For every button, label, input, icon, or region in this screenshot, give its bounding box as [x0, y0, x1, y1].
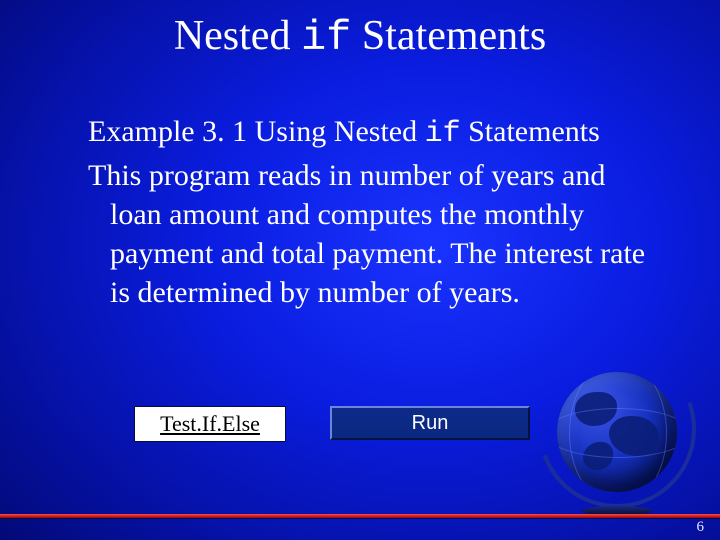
globe-icon [557, 372, 677, 492]
example-post: Statements [461, 115, 600, 148]
title-mono: if [301, 14, 351, 62]
slide-body: Example 3. 1 Using Nested if Statements … [88, 112, 656, 312]
example-mono: if [425, 117, 461, 151]
title-pre: Nested [174, 13, 301, 59]
run-button-label: Run [412, 412, 449, 435]
description-span: This program reads in number of years an… [88, 159, 645, 309]
example-line: Example 3. 1 Using Nested if Statements [88, 112, 656, 154]
page-number: 6 [697, 519, 705, 536]
globe-land [575, 392, 617, 426]
slide: Nested if Statements Example 3. 1 Using … [0, 0, 720, 540]
footer-divider [0, 514, 720, 518]
description-text: This program reads in number of years an… [88, 156, 656, 312]
globe-decoration [532, 340, 702, 510]
globe-land [583, 442, 613, 470]
title-post: Statements [351, 13, 546, 59]
globe-land [609, 416, 659, 456]
globe-arc [512, 324, 720, 534]
source-link[interactable]: Test.If.Else [134, 406, 286, 442]
slide-title: Nested if Statements [0, 12, 720, 62]
source-link-label: Test.If.Else [160, 411, 260, 437]
example-pre: Example 3. 1 Using Nested [88, 115, 425, 148]
run-button[interactable]: Run [330, 406, 530, 440]
